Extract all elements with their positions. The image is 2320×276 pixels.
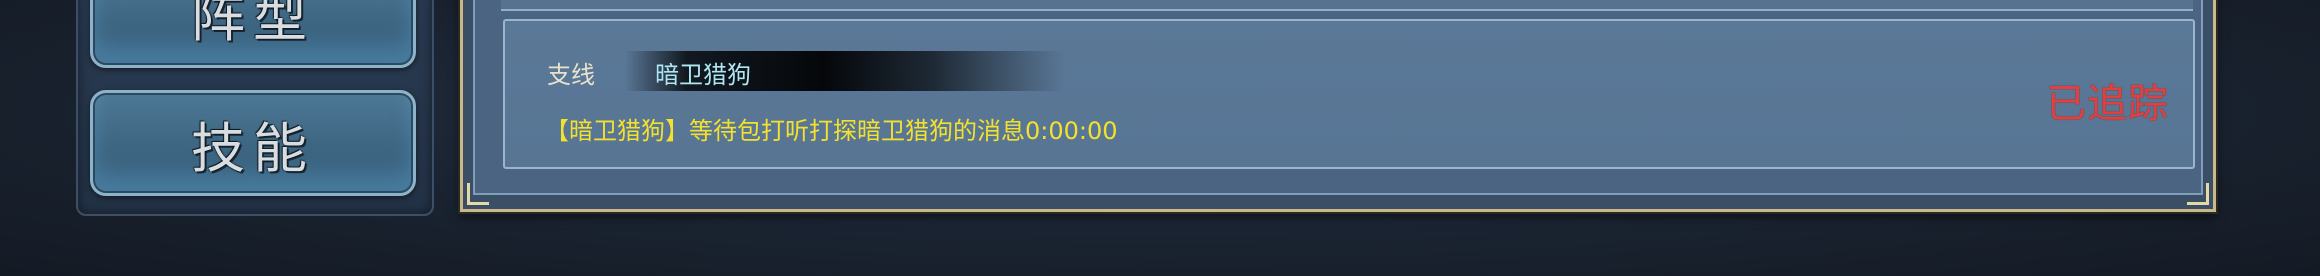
quest-row[interactable]: 支线 暗卫猎狗 【暗卫猎狗】等待包打听打探暗卫猎狗的消息0:00:00 已追踪: [503, 19, 2195, 169]
frame-corner-ornament-right: [2187, 183, 2209, 205]
tracked-status[interactable]: 已追踪: [2046, 71, 2169, 129]
skills-button-label: 技能: [191, 116, 315, 180]
skills-button[interactable]: 技能: [90, 90, 416, 196]
quest-description: 【暗卫猎狗】等待包打听打探暗卫猎狗的消息0:00:00: [545, 117, 1118, 145]
quest-type-label: 支线: [547, 61, 595, 89]
quest-list-frame: 支线 暗卫猎狗 【暗卫猎狗】等待包打听打探暗卫猎狗的消息0:00:00 已追踪: [460, 0, 2216, 212]
previous-quest-row-edge: [501, 0, 2193, 11]
frame-corner-ornament-left: [467, 183, 489, 205]
formation-button[interactable]: 阵型: [90, 0, 416, 68]
quest-name: 暗卫猎狗: [655, 61, 751, 89]
quest-list-inner: 支线 暗卫猎狗 【暗卫猎狗】等待包打听打探暗卫猎狗的消息0:00:00 已追踪: [473, 0, 2203, 195]
formation-button-label: 阵型: [191, 0, 315, 49]
